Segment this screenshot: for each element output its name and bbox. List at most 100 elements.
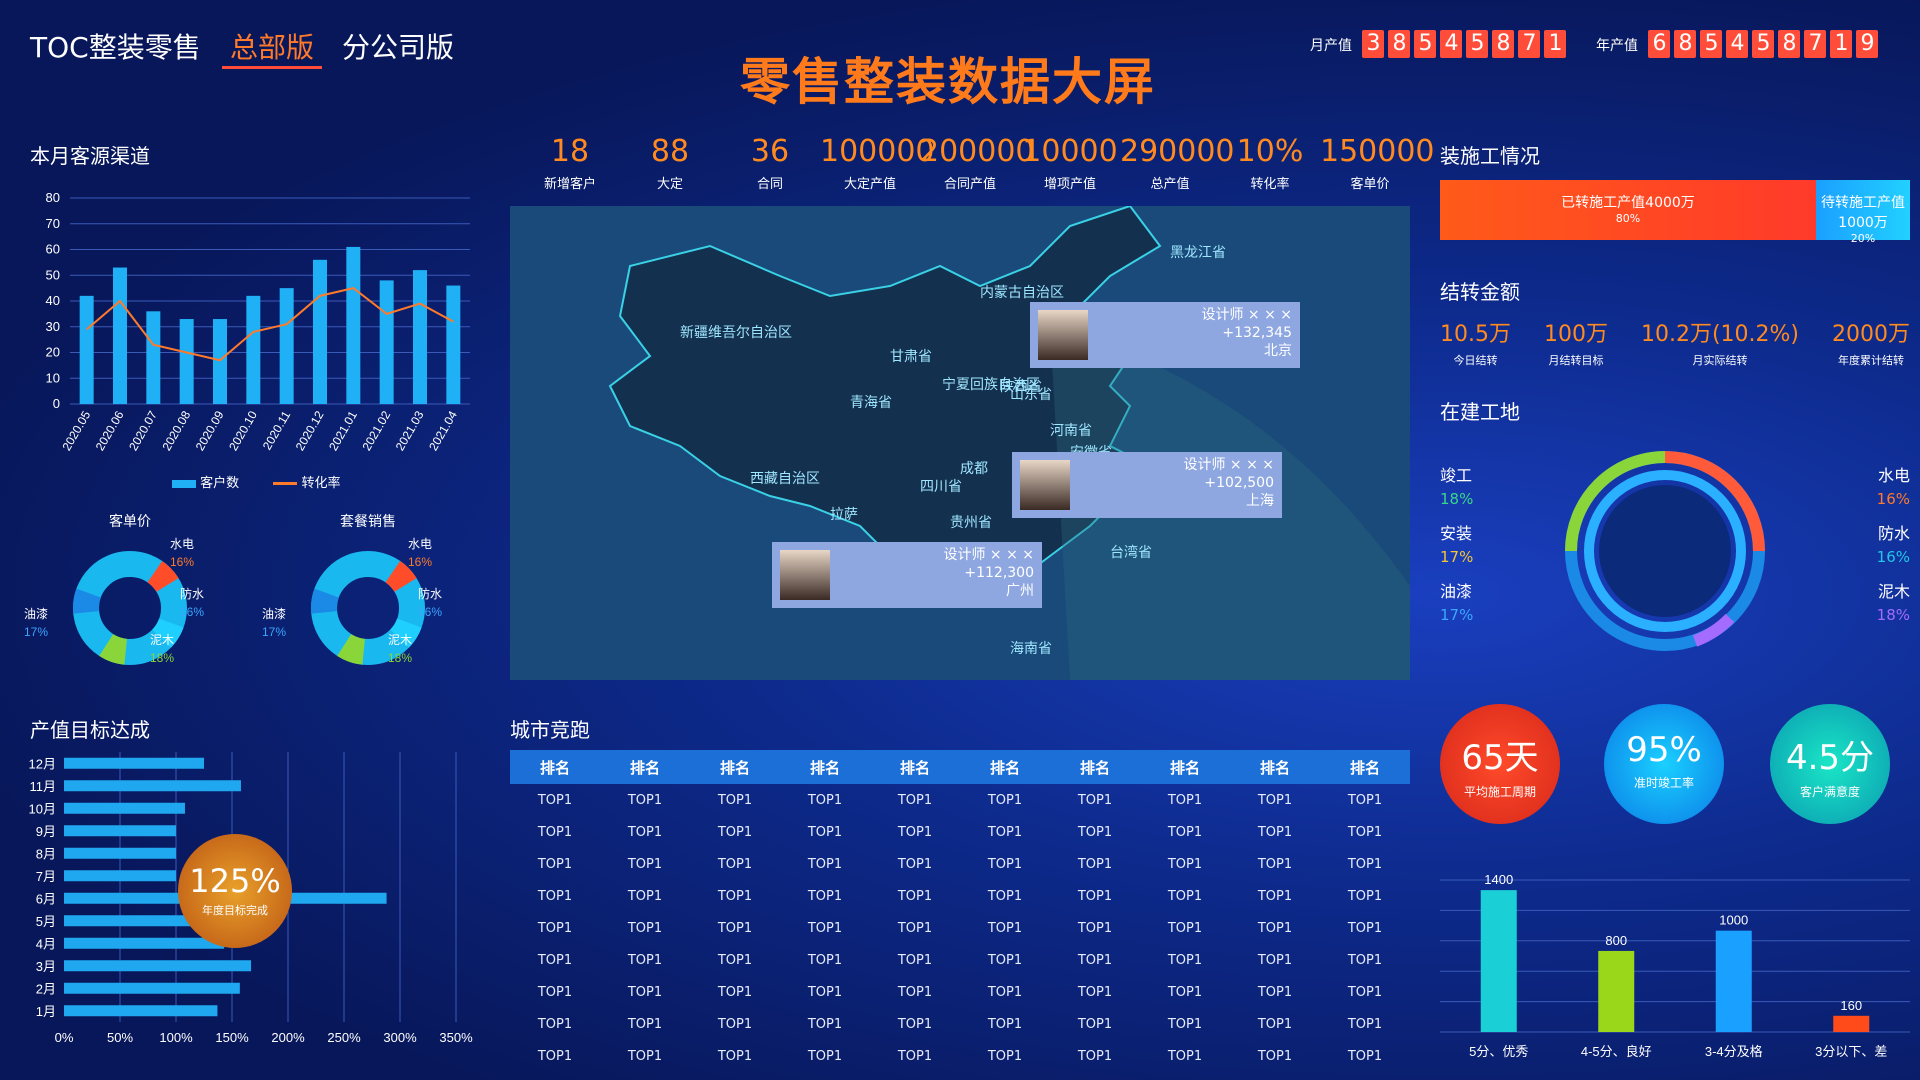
donut-slice: [337, 633, 366, 665]
map-panel: 黑龙江省 内蒙古自治区 新疆维吾尔自治区 甘肃省 青海省 西藏自治区 拉萨 山东省 河南省 四川省…: [510, 206, 1410, 680]
donut-label: 水电: [408, 537, 432, 551]
rank-cell: TOP1: [627, 888, 663, 904]
donut-pct: 16%: [180, 605, 204, 619]
table-row: TOP1 TOP1 TOP1 TOP1 TOP1 TOP1 TOP1 TOP1 TOP1 TOP1: [510, 816, 1410, 848]
sites-ring: [1565, 451, 1765, 651]
rank-cell: TOP1: [1167, 1016, 1203, 1032]
rank-cell: TOP1: [1257, 824, 1293, 840]
kpi-row: 18 新增客户 88 大定 36 合同 100000 大定产值 200000 合同产值 10000 增…: [520, 134, 1435, 194]
y-tick-label: 4月: [36, 936, 56, 951]
donut-pct: 16%: [170, 555, 194, 569]
x-tick-label: 0%: [55, 1030, 74, 1045]
rank-cell: TOP1: [717, 888, 753, 904]
kpi-label: 转化率: [1250, 177, 1290, 192]
kpi-label: 合同产值: [943, 177, 996, 192]
sites-right-legend: 水电 16% 防水 16% 泥木 18%: [1760, 462, 1910, 636]
avatar: [1020, 460, 1070, 510]
app-title: TOC整装零售: [30, 31, 201, 64]
y-tick-label: 1月: [36, 1004, 56, 1019]
kpi-label: 大定: [656, 177, 683, 192]
table-row: TOP1 TOP1 TOP1 TOP1 TOP1 TOP1 TOP1 TOP1 TOP1 TOP1: [510, 848, 1410, 880]
rank-cell: TOP1: [987, 920, 1023, 936]
digit: 5: [1466, 30, 1489, 58]
rank-cell: TOP1: [537, 888, 573, 904]
month-output: 月产值 38545871: [1310, 30, 1570, 58]
rank-cell: TOP1: [1167, 952, 1203, 968]
kpi-item: 36 合同: [720, 134, 820, 192]
y-tick-label: 2月: [36, 981, 56, 996]
section-title-city-race: 城市竞跑: [510, 718, 590, 742]
rank-cell: TOP1: [1257, 952, 1293, 968]
designer-info: 设计师 × × × +112,300 广州: [943, 546, 1034, 600]
rank-cell: TOP1: [537, 984, 573, 1000]
bar-customers: [146, 311, 161, 404]
rank-header-cell: 排名: [600, 750, 690, 784]
donut-slice: [311, 588, 340, 614]
target-badge-label: 年度目标完成: [202, 904, 268, 917]
data-label: 800: [1605, 933, 1627, 948]
sites-label: 安装: [1440, 524, 1473, 543]
kpi-value: 100000: [820, 134, 935, 169]
sites-pct: 17%: [1440, 606, 1474, 624]
sites-legend-item: 安装 17%: [1440, 520, 1580, 578]
digit: 5: [1700, 30, 1723, 58]
carryover-item: 10.2万(10.2%) 月实际结转: [1641, 316, 1799, 367]
metric-value: 4.5分: [1785, 738, 1875, 778]
tab-hq[interactable]: 总部版: [230, 26, 314, 66]
donut-slice: [146, 560, 179, 593]
donut-pct: 18%: [150, 651, 174, 665]
donut-slice: [99, 633, 128, 665]
x-tick-label: 300%: [383, 1030, 417, 1045]
y-tick-label: 30: [46, 319, 60, 334]
construction-progress: 已转施工产值4000万 80% 待转施工产值1000万 20%: [1440, 180, 1910, 245]
kpi-label: 客单价: [1350, 177, 1390, 192]
kpi-label: 大定产值: [843, 177, 896, 192]
rank-cell: TOP1: [1257, 984, 1293, 1000]
x-tick-label: 2020.11: [260, 408, 294, 452]
y-tick-label: 9月: [36, 824, 56, 839]
rank-cell: TOP1: [1347, 1048, 1383, 1064]
legend-bar-label: 客户数: [200, 476, 240, 491]
rank-cell: TOP1: [1257, 920, 1293, 936]
digit: 6: [1648, 30, 1671, 58]
rank-cell: TOP1: [807, 1048, 843, 1064]
year-output: 年产值 685458719: [1596, 30, 1882, 58]
designer-city: 北京: [1264, 343, 1292, 359]
rank-header-cell: 排名: [690, 750, 780, 784]
tab-underline: [222, 66, 322, 69]
kpi-item: 150000 客单价: [1320, 134, 1435, 192]
y-tick-label: 20: [46, 345, 60, 360]
bar-target: [64, 937, 225, 949]
y-tick-label: 6月: [36, 891, 56, 906]
rank-cell: TOP1: [807, 856, 843, 872]
tab-branch[interactable]: 分公司版: [342, 26, 454, 66]
metric-label: 客户满意度: [1799, 785, 1860, 799]
x-tick-label: 5分、优秀: [1469, 1044, 1528, 1059]
rank-cell: TOP1: [717, 984, 753, 1000]
x-tick-label: 2020.10: [226, 408, 260, 453]
digit: 7: [1518, 30, 1541, 58]
donut-label: 泥木: [150, 633, 174, 647]
rank-cell: TOP1: [1167, 1048, 1203, 1064]
avatar: [1038, 310, 1088, 360]
x-tick-label: 2021.01: [326, 408, 360, 453]
bar-customers: [446, 285, 461, 404]
target-badge-value: 125%: [189, 862, 281, 900]
x-tick-label: 50%: [107, 1030, 133, 1045]
donut-chart-price: 客单价水电 16% 防水 16% 泥木 18% 油漆 17%: [24, 513, 204, 665]
x-tick-label: 2020.05: [59, 408, 93, 453]
rank-cell: TOP1: [1077, 1048, 1113, 1064]
kpi-label: 新增客户: [543, 177, 596, 192]
bar-satisfaction: [1833, 1015, 1870, 1032]
carryover-value: 2000万: [1832, 322, 1910, 347]
rank-cell: TOP1: [627, 952, 663, 968]
rank-cell: TOP1: [717, 952, 753, 968]
sites-pct: 17%: [1440, 548, 1474, 566]
rank-cell: TOP1: [537, 824, 573, 840]
kpi-value: 150000: [1320, 134, 1435, 169]
designer-card: 设计师 × × × +132,345 北京: [1030, 302, 1300, 368]
construction-pending-label: 待转施工产值1000万: [1821, 195, 1905, 231]
y-tick-label: 3月: [36, 959, 56, 974]
x-tick-label: 2020.09: [193, 408, 227, 453]
carryover-row: 10.5万 今日结转 100万 月结转目标 10.2万(10.2%) 月实际结转 2000万…: [1440, 316, 1910, 367]
